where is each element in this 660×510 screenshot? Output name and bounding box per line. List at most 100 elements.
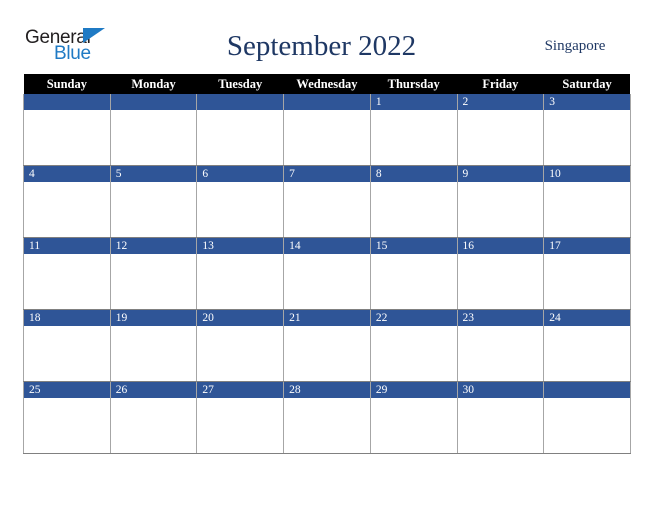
day-cell[interactable]: 27 [196,381,285,454]
day-cell[interactable]: 16 [456,237,545,310]
day-cell[interactable]: 1 [369,94,458,166]
day-cell[interactable]: 6 [196,165,285,238]
day-notes-area[interactable] [284,182,370,236]
day-number: 12 [110,238,197,254]
day-number: 14 [284,238,370,254]
day-notes-area[interactable] [457,110,544,164]
day-cell[interactable]: 26 [109,381,198,454]
day-cell[interactable]: 21 [283,309,371,382]
day-notes-area[interactable] [110,254,197,308]
day-notes-area[interactable] [110,110,197,164]
day-notes-area[interactable] [544,398,630,452]
day-cell[interactable]: 29 [369,381,458,454]
day-cell[interactable]: 24 [543,309,631,382]
day-cell[interactable]: 18 [23,309,111,382]
day-cell[interactable]: 14 [283,237,371,310]
day-notes-area[interactable] [284,254,370,308]
day-notes-area[interactable] [110,326,197,380]
day-notes-area[interactable] [457,254,544,308]
day-notes-area[interactable] [24,326,110,380]
day-cell[interactable]: 13 [196,237,285,310]
day-notes-area[interactable] [457,182,544,236]
day-cell[interactable]: 7 [283,165,371,238]
day-number: 5 [110,166,197,182]
day-notes-area[interactable] [370,182,457,236]
day-number: 2 [457,94,544,110]
day-notes-area[interactable] [457,326,544,380]
day-cell[interactable]: 4 [23,165,111,238]
day-cell[interactable]: 5 [109,165,198,238]
day-cell[interactable]: 9 [456,165,545,238]
day-cell[interactable]: 2 [456,94,545,166]
day-notes-area[interactable] [24,398,110,452]
day-cell[interactable]: 19 [109,309,198,382]
day-notes-area[interactable] [544,254,630,308]
day-number: 20 [197,310,284,326]
calendar-page: General Blue September 2022 Singapore Su… [0,0,660,510]
day-notes-area[interactable] [544,110,630,164]
day-number: 30 [457,382,544,398]
day-number: 24 [544,310,630,326]
day-notes-area[interactable] [197,326,284,380]
day-cell[interactable] [23,94,111,166]
day-number: 11 [24,238,110,254]
day-number: 13 [197,238,284,254]
day-cell[interactable] [109,94,198,166]
day-cell[interactable] [196,94,285,166]
day-cell[interactable]: 10 [543,165,631,238]
day-cell[interactable] [283,94,371,166]
day-cell[interactable]: 30 [456,381,545,454]
day-cell[interactable]: 22 [369,309,458,382]
day-cell[interactable]: 3 [543,94,631,166]
page-header: General Blue September 2022 Singapore [23,22,630,70]
day-notes-area[interactable] [24,110,110,164]
page-title: September 2022 [226,29,417,62]
day-notes-area[interactable] [24,254,110,308]
day-notes-area[interactable] [370,254,457,308]
day-number: 4 [24,166,110,182]
day-number: 9 [457,166,544,182]
day-notes-area[interactable] [197,182,284,236]
day-number [110,94,197,110]
day-notes-area[interactable] [370,110,457,164]
day-notes-area[interactable] [110,398,197,452]
day-number [197,94,284,110]
day-notes-area[interactable] [370,326,457,380]
general-blue-logo[interactable]: General Blue [23,27,123,65]
day-cell[interactable]: 23 [456,309,545,382]
day-cell[interactable]: 8 [369,165,458,238]
day-notes-area[interactable] [284,398,370,452]
calendar-week-row: 4 5 6 7 8 9 10 [23,165,631,238]
day-notes-area[interactable] [544,326,630,380]
day-cell[interactable]: 28 [283,381,371,454]
day-notes-area[interactable] [457,398,544,452]
day-number: 8 [370,166,457,182]
day-notes-area[interactable] [544,182,630,236]
weekday-header-friday: Friday [457,74,544,94]
day-notes-area[interactable] [284,326,370,380]
calendar-week-row: 1 2 3 [23,94,631,166]
day-number: 6 [197,166,284,182]
day-cell[interactable] [543,381,631,454]
day-number: 15 [370,238,457,254]
logo-text-blue: Blue [54,43,91,64]
day-number: 10 [544,166,630,182]
day-notes-area[interactable] [284,110,370,164]
day-notes-area[interactable] [370,398,457,452]
day-notes-area[interactable] [110,182,197,236]
weekday-header-sunday: Sunday [23,74,111,94]
day-cell[interactable]: 15 [369,237,458,310]
day-notes-area[interactable] [197,254,284,308]
day-notes-area[interactable] [197,398,284,452]
day-number: 16 [457,238,544,254]
day-notes-area[interactable] [197,110,284,164]
day-cell[interactable]: 12 [109,237,198,310]
day-notes-area[interactable] [24,182,110,236]
day-cell[interactable]: 25 [23,381,111,454]
day-number [544,382,630,398]
title-container: September 2022 [123,29,520,62]
day-cell[interactable]: 17 [543,237,631,310]
day-cell[interactable]: 20 [196,309,285,382]
weekday-header-saturday: Saturday [543,74,631,94]
day-cell[interactable]: 11 [23,237,111,310]
